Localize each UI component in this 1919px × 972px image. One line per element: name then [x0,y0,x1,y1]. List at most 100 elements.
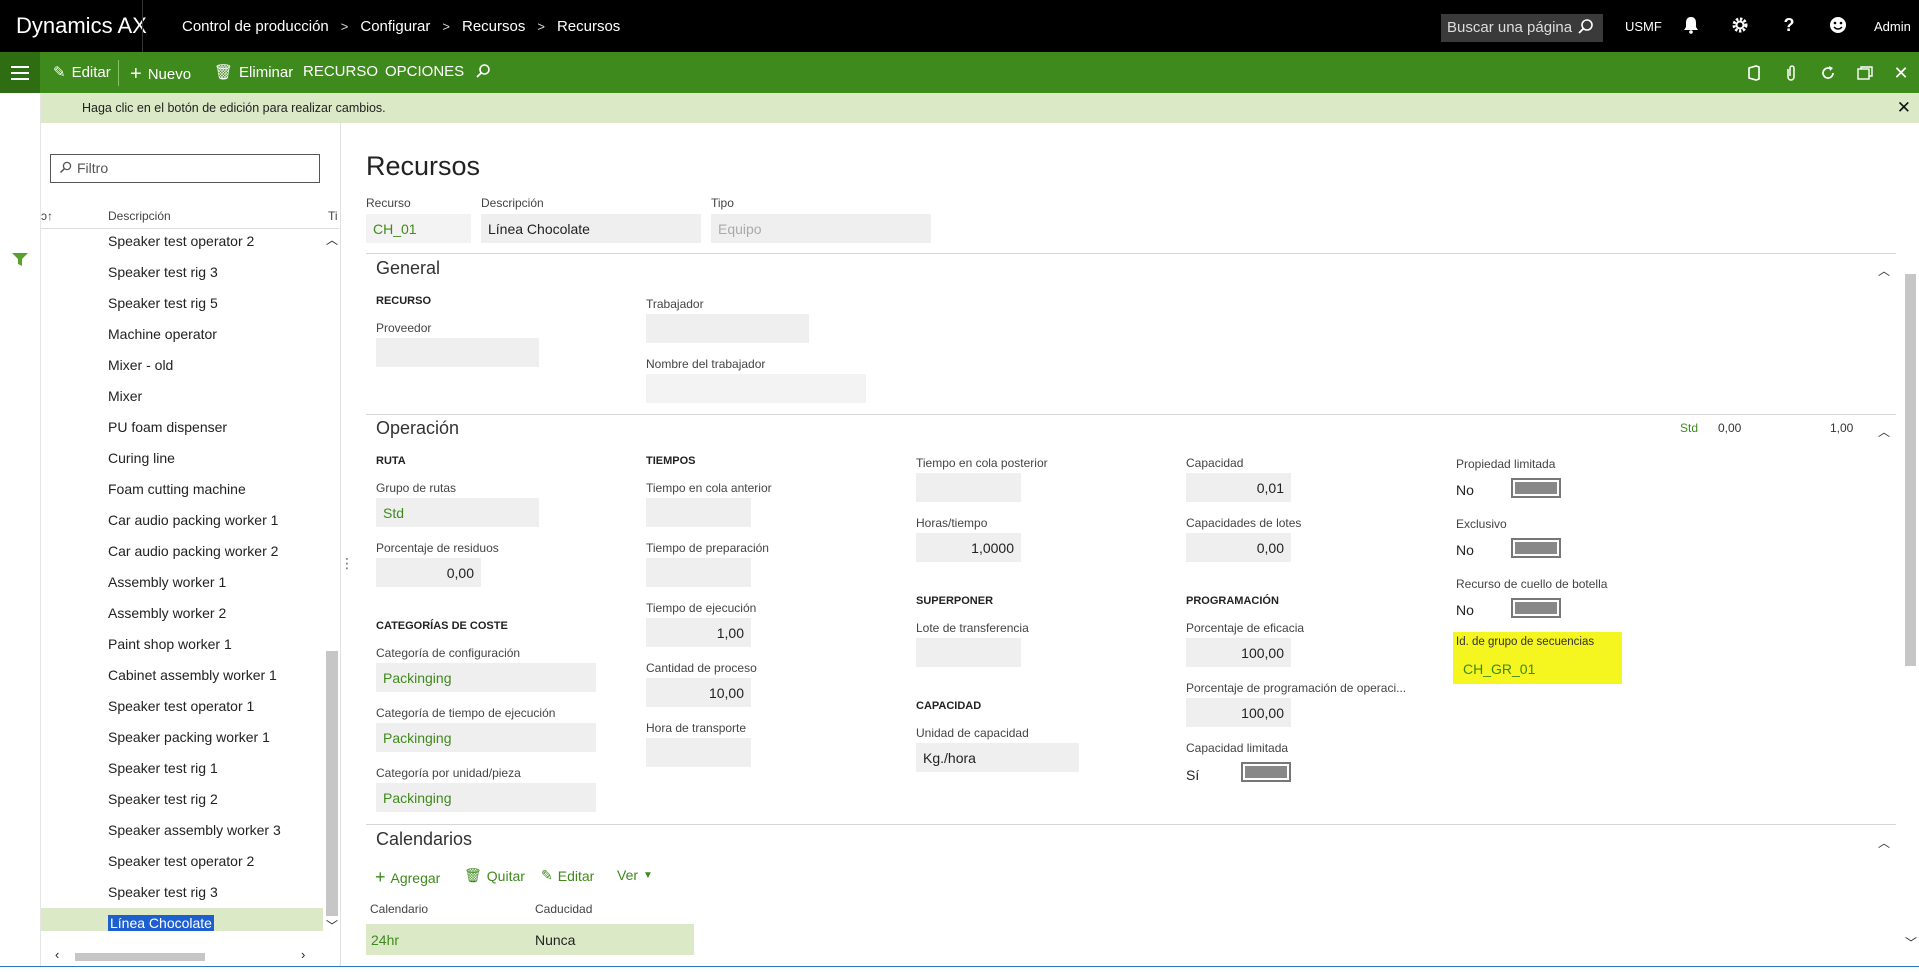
list-item[interactable]: Speaker test operator 2 [41,846,323,877]
scrollbar-thumb[interactable] [75,953,205,961]
section-calendars-title[interactable]: Calendarios [376,829,472,850]
sort-ascending-icon[interactable]: ɔ↑ [41,209,53,223]
list-item[interactable]: Foam cutting machine [41,474,323,505]
run-category-field[interactable]: Packinging [376,723,596,752]
capacity-unit-field[interactable]: Kg./hora [916,743,1079,772]
search-icon[interactable] [1577,18,1595,40]
panel-splitter-handle[interactable]: ⋮ [340,555,354,572]
setup-time-field[interactable] [646,558,751,587]
breadcrumb-item[interactable]: Control de producción [182,18,329,35]
list-item[interactable]: Assembly worker 1 [41,567,323,598]
list-item[interactable]: Mixer - old [41,350,323,381]
section-general-title[interactable]: General [376,258,440,279]
hamburger-menu-icon[interactable] [0,52,40,93]
scroll-down-icon[interactable]: ﹀ [326,917,338,934]
collapse-chevron-icon[interactable]: ︿ [1878,262,1890,279]
exclusive-toggle[interactable] [1511,538,1561,558]
delete-button[interactable]: 🗑 Eliminar [214,63,293,82]
transfer-batch-field[interactable] [916,638,1021,667]
scroll-down-icon[interactable]: ﹀ [1905,934,1917,951]
sequence-group-field[interactable]: CH_GR_01 [1456,654,1619,683]
list-item[interactable]: Mixer [41,381,323,412]
list-item[interactable]: Car audio packing worker 1 [41,505,323,536]
list-item[interactable]: Línea Chocolate [41,908,323,931]
list-item[interactable]: Speaker test rig 5 [41,288,323,319]
list-item[interactable]: PU foam dispenser [41,412,323,443]
view-menu-button[interactable]: Ver ▼ [617,867,653,883]
office-icon[interactable] [1745,64,1763,82]
finite-property-toggle[interactable] [1511,478,1561,498]
list-vertical-scrollbar[interactable]: ︿ ﹀ [324,231,339,934]
add-calendar-button[interactable]: + Agregar [375,867,440,888]
type-field[interactable]: Equipo [711,214,931,243]
batch-capacity-field[interactable]: 0,00 [1186,533,1291,562]
user-name[interactable]: Admin [1874,19,1911,34]
op-scheduling-field[interactable]: 100,00 [1186,698,1291,727]
app-title[interactable]: Dynamics AX [16,13,147,39]
process-qty-field[interactable]: 10,00 [646,678,751,707]
efficiency-field[interactable]: 100,00 [1186,638,1291,667]
help-icon[interactable]: ? [1778,14,1800,36]
collapse-chevron-icon[interactable]: ︿ [1878,834,1890,851]
list-item[interactable]: Assembly worker 2 [41,598,323,629]
vendor-field[interactable] [376,338,539,367]
list-item[interactable]: Machine operator [41,319,323,350]
page-vertical-scrollbar[interactable]: ﹀ [1902,258,1919,954]
column-header-expiry[interactable]: Caducidad [535,902,592,916]
resource-field[interactable]: CH_01 [366,214,471,243]
setup-category-field[interactable]: Packinging [376,663,596,692]
breadcrumb-item[interactable]: Recursos [462,18,525,35]
transport-time-field[interactable] [646,738,751,767]
action-search-icon[interactable] [475,63,491,79]
finite-capacity-toggle[interactable] [1241,762,1291,782]
tab-options[interactable]: OPCIONES [385,63,464,80]
bell-icon[interactable] [1680,14,1702,36]
gear-icon[interactable] [1729,14,1751,36]
scroll-left-icon[interactable]: ‹ [55,947,59,962]
list-horizontal-scrollbar[interactable]: ‹ › [55,947,325,965]
funnel-filter-icon[interactable] [12,253,28,270]
list-item[interactable]: Speaker test operator 1 [41,691,323,722]
open-new-window-icon[interactable] [1856,64,1874,82]
scrap-field[interactable]: 0,00 [376,558,481,587]
list-item[interactable]: Speaker assembly worker 3 [41,815,323,846]
list-item[interactable]: Paint shop worker 1 [41,629,323,660]
route-group-field[interactable]: Std [376,498,539,527]
list-item[interactable]: Car audio packing worker 2 [41,536,323,567]
scrollbar-thumb[interactable] [1905,274,1916,666]
worker-field[interactable] [646,314,809,343]
list-item[interactable]: Speaker test rig 1 [41,753,323,784]
description-field[interactable]: Línea Chocolate [481,214,701,243]
unit-category-field[interactable]: Packinging [376,783,596,812]
page-search-input[interactable]: Buscar una página [1441,14,1603,42]
run-time-field[interactable]: 1,00 [646,618,751,647]
remove-calendar-button[interactable]: 🗑 Quitar [464,867,525,884]
column-header-description[interactable]: Descripción [108,209,171,223]
list-item[interactable]: Speaker test rig 3 [41,877,323,908]
collapse-chevron-icon[interactable]: ︿ [1878,423,1890,440]
column-header-calendar[interactable]: Calendario [370,902,428,916]
edit-calendar-button[interactable]: ✎ Editar [541,867,594,884]
bottleneck-toggle[interactable] [1511,598,1561,618]
scroll-right-icon[interactable]: › [301,947,305,962]
breadcrumb-item[interactable]: Recursos [557,18,620,35]
section-operation-title[interactable]: Operación [376,418,459,439]
scrollbar-thumb[interactable] [326,651,338,916]
new-button[interactable]: + Nuevo [130,63,191,86]
close-message-icon[interactable]: ✕ [1897,98,1911,118]
close-icon[interactable]: ✕ [1892,63,1910,83]
refresh-icon[interactable] [1819,64,1837,82]
column-header-type[interactable]: Ti [328,209,338,223]
smiley-feedback-icon[interactable] [1827,14,1849,36]
calendar-row[interactable]: 24hr Nunca [366,924,694,955]
list-item[interactable]: Cabinet assembly worker 1 [41,660,323,691]
list-item[interactable]: Speaker test rig 2 [41,784,323,815]
scroll-up-icon[interactable]: ︿ [326,231,338,248]
company-selector[interactable]: USMF [1625,19,1662,34]
list-item[interactable]: Speaker test rig 3 [41,257,323,288]
breadcrumb-item[interactable]: Configurar [360,18,430,35]
edit-button[interactable]: ✎ Editar [53,63,111,82]
calendar-cell[interactable]: 24hr [371,932,399,948]
tab-resource[interactable]: RECURSO [303,63,378,80]
list-item[interactable]: Curing line [41,443,323,474]
